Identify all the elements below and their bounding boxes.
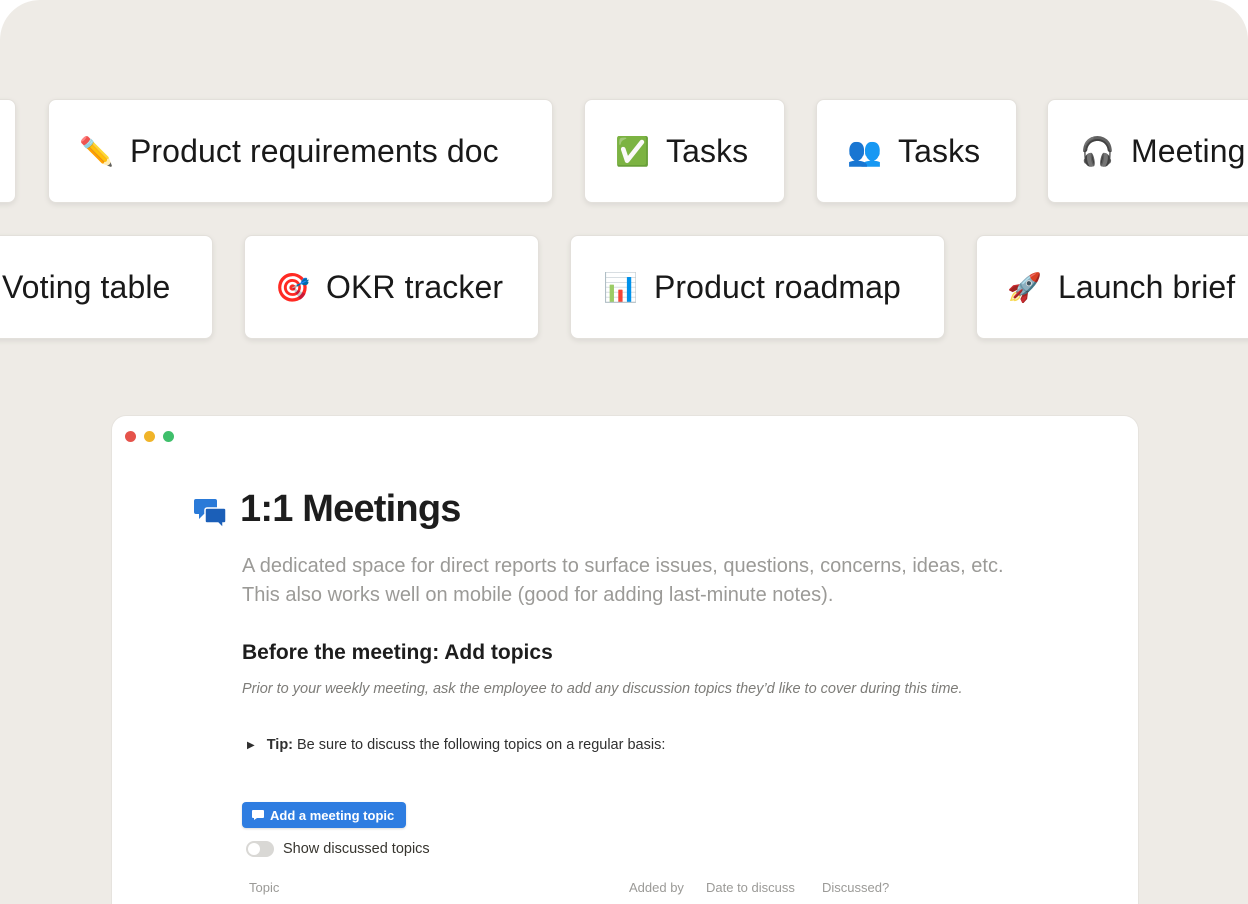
bar-chart-icon: 📊 [603, 271, 638, 303]
minimize-window-button[interactable] [144, 431, 155, 442]
add-meeting-topic-label: Add a meeting topic [270, 807, 395, 823]
target-icon: 🎯 [275, 271, 310, 303]
template-chip-label: OKR tracker [325, 268, 504, 305]
tip-label: Tip: [266, 737, 294, 753]
template-chip-label: Product requirements doc [129, 132, 499, 169]
template-chip-partial[interactable] [0, 99, 16, 203]
column-header-added-by[interactable]: Added by [629, 880, 684, 895]
template-chip-label: Tasks [665, 132, 749, 169]
page-description: A dedicated space for direct reports to … [242, 555, 1004, 606]
comment-icon [252, 810, 264, 820]
column-header-date-to-discuss[interactable]: Date to discuss [706, 880, 795, 895]
check-icon: ✅ [615, 135, 650, 167]
template-chip-team-tasks[interactable]: 👥 Tasks [816, 99, 1017, 203]
toggle-label: Show discussed topics [283, 841, 430, 857]
template-chip-product-requirements[interactable]: ✏️ Product requirements doc [48, 99, 553, 203]
triangle-right-icon: ▶ [247, 739, 255, 751]
template-chip-label: Meeting [1130, 132, 1246, 169]
page-title: 1:1 Meetings [240, 488, 461, 530]
rocket-icon: 🚀 [1007, 271, 1042, 303]
speech-bubbles-icon [194, 499, 227, 530]
tip-toggle[interactable]: ▶ Tip: Be sure to discuss the following … [247, 737, 665, 753]
column-header-topic[interactable]: Topic [249, 880, 279, 895]
template-chip-tasks[interactable]: ✅ Tasks [584, 99, 785, 203]
people-icon: 👥 [847, 135, 882, 167]
template-chip-launch-brief[interactable]: 🚀 Launch brief [976, 235, 1248, 339]
maximize-window-button[interactable] [163, 431, 174, 442]
template-gallery: ✏️ Product requirements doc ✅ Tasks 👥 Ta… [0, 0, 1248, 904]
template-chip-voting-table[interactable]: Voting table [0, 235, 213, 339]
section-heading: Before the meeting: Add topics [242, 641, 553, 664]
add-meeting-topic-button[interactable]: Add a meeting topic [242, 802, 407, 828]
template-chip-label: Voting table [2, 268, 171, 305]
headphones-icon: 🎧 [1080, 135, 1115, 167]
close-window-button[interactable] [125, 431, 136, 442]
pencil-icon: ✏️ [79, 135, 114, 167]
template-chip-meeting[interactable]: 🎧 Meeting [1047, 99, 1248, 203]
show-discussed-toggle[interactable] [246, 841, 274, 857]
tip-text: Be sure to discuss the following topics … [297, 737, 666, 753]
template-chip-label: Tasks [897, 132, 981, 169]
instruction-note: Prior to your weekly meeting, ask the em… [242, 681, 963, 697]
template-chip-label: Launch brief [1057, 268, 1236, 305]
show-discussed-toggle-row: Show discussed topics [246, 841, 430, 857]
template-chip-okr-tracker[interactable]: 🎯 OKR tracker [244, 235, 539, 339]
template-chip-label: Product roadmap [653, 268, 901, 305]
document-window: 1:1 Meetings A dedicated space for direc… [112, 416, 1138, 904]
template-chip-product-roadmap[interactable]: 📊 Product roadmap [570, 235, 945, 339]
column-header-discussed[interactable]: Discussed? [822, 880, 889, 895]
